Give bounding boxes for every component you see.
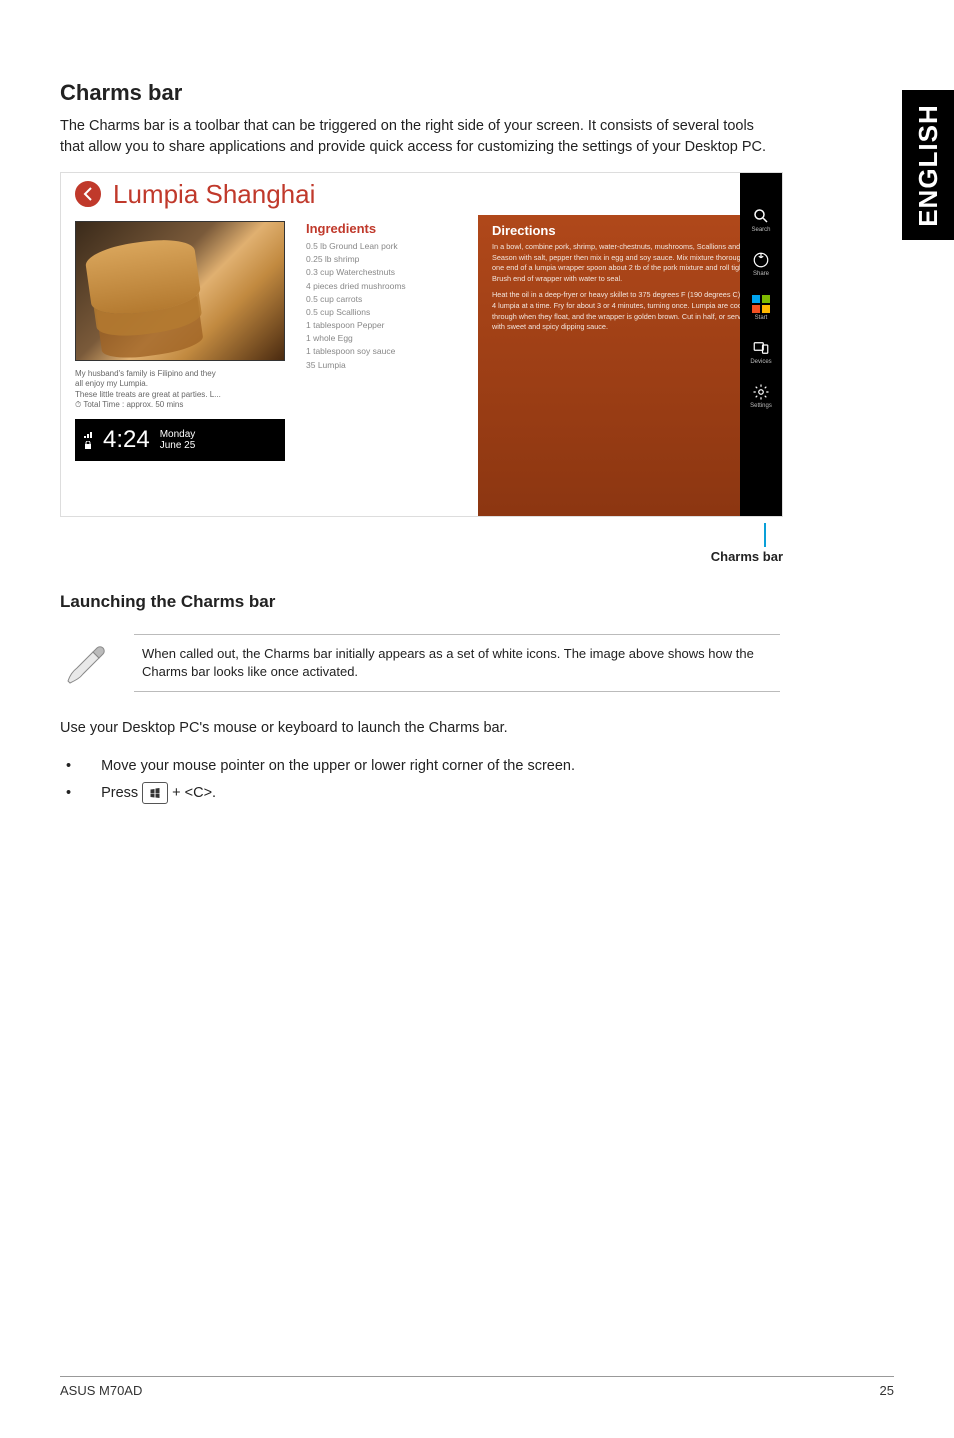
list-item: 35 Lumpia	[306, 359, 468, 372]
use-line: Use your Desktop PC's mouse or keyboard …	[60, 718, 780, 739]
ingredients-heading: Ingredients	[306, 221, 468, 236]
photo-column: My husband's family is Filipino and they…	[61, 215, 296, 516]
list-item: Press + <C>.	[60, 780, 780, 806]
charm-start[interactable]: Start	[740, 295, 782, 321]
directions-text: In a bowl, combine pork, shrimp, water-c…	[492, 242, 772, 284]
charm-label: Start	[755, 315, 768, 321]
list-item: 0.5 lb Ground Lean pork	[306, 240, 468, 253]
clock-bar: 4:24 Monday June 25	[75, 419, 285, 461]
recipe-photo	[75, 221, 285, 361]
charm-settings[interactable]: Settings	[740, 383, 782, 409]
page-footer: ASUS M70AD 25	[60, 1376, 894, 1398]
directions-heading: Directions	[492, 223, 772, 238]
directions-column: Directions In a bowl, combine pork, shri…	[478, 215, 782, 516]
list-item: Move your mouse pointer on the upper or …	[60, 753, 780, 779]
list-item: 0.25 lb shrimp	[306, 253, 468, 266]
clock-day: Monday	[160, 429, 196, 440]
ingredients-column: Ingredients 0.5 lb Ground Lean pork 0.25…	[296, 215, 478, 516]
ingredients-list: 0.5 lb Ground Lean pork 0.25 lb shrimp 0…	[306, 240, 468, 372]
charm-search[interactable]: Search	[740, 207, 782, 233]
language-label: ENGLISH	[913, 104, 944, 227]
note-row: When called out, the Charms bar initiall…	[60, 634, 780, 692]
caption-line: These little treats are great at parties…	[75, 390, 286, 400]
lock-icon	[83, 441, 93, 449]
list-item: 1 tablespoon Pepper	[306, 319, 468, 332]
gear-icon	[752, 383, 770, 401]
clock-time: 4:24	[103, 426, 150, 454]
windows-icon	[752, 295, 770, 313]
back-button[interactable]	[75, 181, 101, 207]
footer-model: ASUS M70AD	[60, 1383, 142, 1398]
caption-line: ⏱ Total Time : approx. 50 mins	[75, 400, 286, 410]
step-text: + <C>.	[172, 780, 216, 806]
note-text: When called out, the Charms bar initiall…	[134, 634, 780, 692]
list-item: 0.5 cup Scallions	[306, 306, 468, 319]
search-icon	[752, 207, 770, 225]
language-tab: ENGLISH	[902, 90, 954, 240]
charm-label: Share	[753, 271, 769, 277]
pen-icon	[60, 637, 112, 689]
list-item: 1 whole Egg	[306, 332, 468, 345]
subsection-heading: Launching the Charms bar	[60, 592, 780, 612]
callout-label: Charms bar	[60, 549, 783, 564]
callout-line	[764, 523, 766, 547]
windows-icon	[149, 787, 161, 799]
page-number: 25	[880, 1383, 894, 1398]
charm-label: Search	[751, 227, 770, 233]
app-header: Lumpia Shanghai	[61, 173, 782, 215]
caption-line: My husband's family is Filipino and they	[75, 369, 286, 379]
clock-date: Monday June 25	[160, 429, 196, 451]
list-item: 4 pieces dried mushrooms	[306, 280, 468, 293]
screenshot-container: Lumpia Shanghai My husband's family is F…	[60, 172, 783, 517]
step-text: Press	[101, 780, 138, 806]
app-title: Lumpia Shanghai	[113, 179, 315, 210]
clock-status-icons	[83, 431, 93, 449]
arrow-left-icon	[76, 182, 100, 206]
directions-text: Heat the oil in a deep-fryer or heavy sk…	[492, 290, 772, 332]
section-heading: Charms bar	[60, 80, 780, 106]
list-item: 1 tablespoon soy sauce	[306, 345, 468, 358]
clock-date-line: June 25	[160, 440, 196, 451]
charm-devices[interactable]: Devices	[740, 339, 782, 365]
list-item: 0.3 cup Waterchestnuts	[306, 266, 468, 279]
intro-paragraph: The Charms bar is a toolbar that can be …	[60, 116, 780, 158]
devices-icon	[752, 339, 770, 357]
charm-label: Settings	[750, 403, 772, 409]
steps-list: Move your mouse pointer on the upper or …	[60, 753, 780, 805]
network-icon	[83, 431, 93, 439]
charm-label: Devices	[750, 359, 771, 365]
caption-line: all enjoy my Lumpia.	[75, 379, 286, 389]
charm-share[interactable]: Share	[740, 251, 782, 277]
list-item: 0.5 cup carrots	[306, 293, 468, 306]
step-text: Move your mouse pointer on the upper or …	[101, 753, 575, 779]
share-icon	[752, 251, 770, 269]
windows-key	[142, 782, 168, 804]
photo-caption: My husband's family is Filipino and they…	[75, 369, 286, 411]
charms-bar: Search Share Start Devices Settings	[740, 173, 782, 516]
